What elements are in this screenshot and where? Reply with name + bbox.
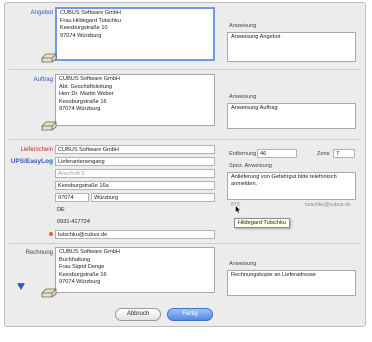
auftrag-note-field[interactable]: Anweisung Auftrag: [227, 103, 356, 129]
distance-label: Entfernung: [229, 151, 257, 157]
angebot-label: Angebot: [30, 10, 53, 16]
done-button[interactable]: Fertig: [167, 308, 213, 321]
auftrag-address-field[interactable]: CUBUS Software GmbH Abt. Geschäftsleitun…: [55, 74, 215, 126]
auftrag-note-label: Anweisung: [229, 94, 257, 100]
angebot-note-label: Anweisung: [229, 23, 257, 29]
address-book-icon[interactable]: [41, 288, 57, 298]
delivery-phone-field[interactable]: 0931-417724: [55, 218, 135, 227]
address-dialog: Angebot CUBUS Software GmbH Frau Hildega…: [4, 2, 366, 327]
rechnung-note-field[interactable]: Rechnungskopie an Lieferadresse: [227, 270, 356, 296]
delivery-company-field[interactable]: CUBUS Software GmbH: [55, 145, 215, 154]
angebot-line-2: Frau Hildegard Tutschku: [60, 17, 121, 24]
address-book-icon[interactable]: [41, 121, 57, 131]
section-divider: [9, 243, 361, 244]
auftrag-line-4: Keesburgstraße 16: [59, 98, 107, 105]
delivery-address3-field[interactable]: Anschrift 3: [55, 169, 215, 178]
cancel-button[interactable]: Abbruch: [115, 308, 161, 321]
auftrag-label: Auftrag: [33, 77, 53, 83]
angebot-line-4: 97074 Würzburg: [60, 32, 102, 39]
rechnung-note-label: Anweisung: [229, 261, 257, 267]
lieferschein-label: Lieferschein: [20, 147, 53, 153]
rechnung-line-1: CUBUS Software GmbH: [59, 249, 120, 255]
special-instruction-field[interactable]: Anlieferung von Gefahrgut bitte telefoni…: [227, 172, 356, 200]
angebot-line-1: CUBUS Software GmbH: [60, 10, 121, 16]
angebot-line-3: Keesburgstraße 10: [60, 25, 108, 32]
mouse-cursor-icon: [235, 205, 241, 214]
address-book-icon[interactable]: [41, 53, 57, 63]
distance-field[interactable]: 46: [257, 149, 297, 158]
section-divider: [9, 139, 361, 140]
special-instruction-label: Spez. Anweisung: [229, 163, 272, 169]
zone-field[interactable]: 7: [333, 149, 355, 158]
auftrag-line-5: 97074 Würzburg: [59, 106, 101, 113]
auftrag-line-3: Herr Dr. Martin Weber: [59, 91, 114, 98]
auftrag-line-1: CUBUS Software GmbH: [59, 76, 120, 82]
rechnung-line-4: Keesburgstraße 16: [59, 271, 107, 278]
rechnung-line-5: 97074 Würzburg: [59, 279, 101, 286]
disclosure-triangle-icon[interactable]: [17, 283, 25, 290]
delivery-street-field[interactable]: Keesburgstraße 16a: [55, 181, 215, 190]
zone-label: Zone: [317, 151, 330, 157]
angebot-note-field[interactable]: Anweisung Angebot: [227, 32, 356, 62]
rechnung-label: Rechnung: [25, 250, 53, 256]
rechnung-address-field[interactable]: CUBUS Software GmbH Buchhaltung Frau Sig…: [55, 247, 215, 293]
ups-easylog-label[interactable]: UPS/EasyLog: [7, 158, 53, 165]
delivery-country-field[interactable]: DE: [55, 206, 95, 215]
delivery-dept-field[interactable]: Lieferantenengang: [55, 157, 215, 166]
rechnung-line-3: Frau Sigrid Denge: [59, 264, 105, 271]
delivery-email-field[interactable]: tutschku@cubus.de: [55, 230, 215, 239]
auftrag-line-2: Abt. Geschäftsleitung: [59, 83, 113, 90]
contact-tooltip: Hildegard Tutschku: [234, 218, 290, 228]
rechnung-line-2: Buchhaltung: [59, 256, 91, 263]
delivery-zip-field[interactable]: 97074: [55, 193, 89, 202]
section-divider: [9, 69, 361, 70]
contact-email: tutschku@cubus.de: [305, 202, 351, 208]
email-status-icon: [49, 232, 53, 236]
delivery-city-field[interactable]: Würzburg: [91, 193, 215, 202]
angebot-address-field[interactable]: CUBUS Software GmbH Frau Hildegard Tutsc…: [55, 7, 215, 61]
